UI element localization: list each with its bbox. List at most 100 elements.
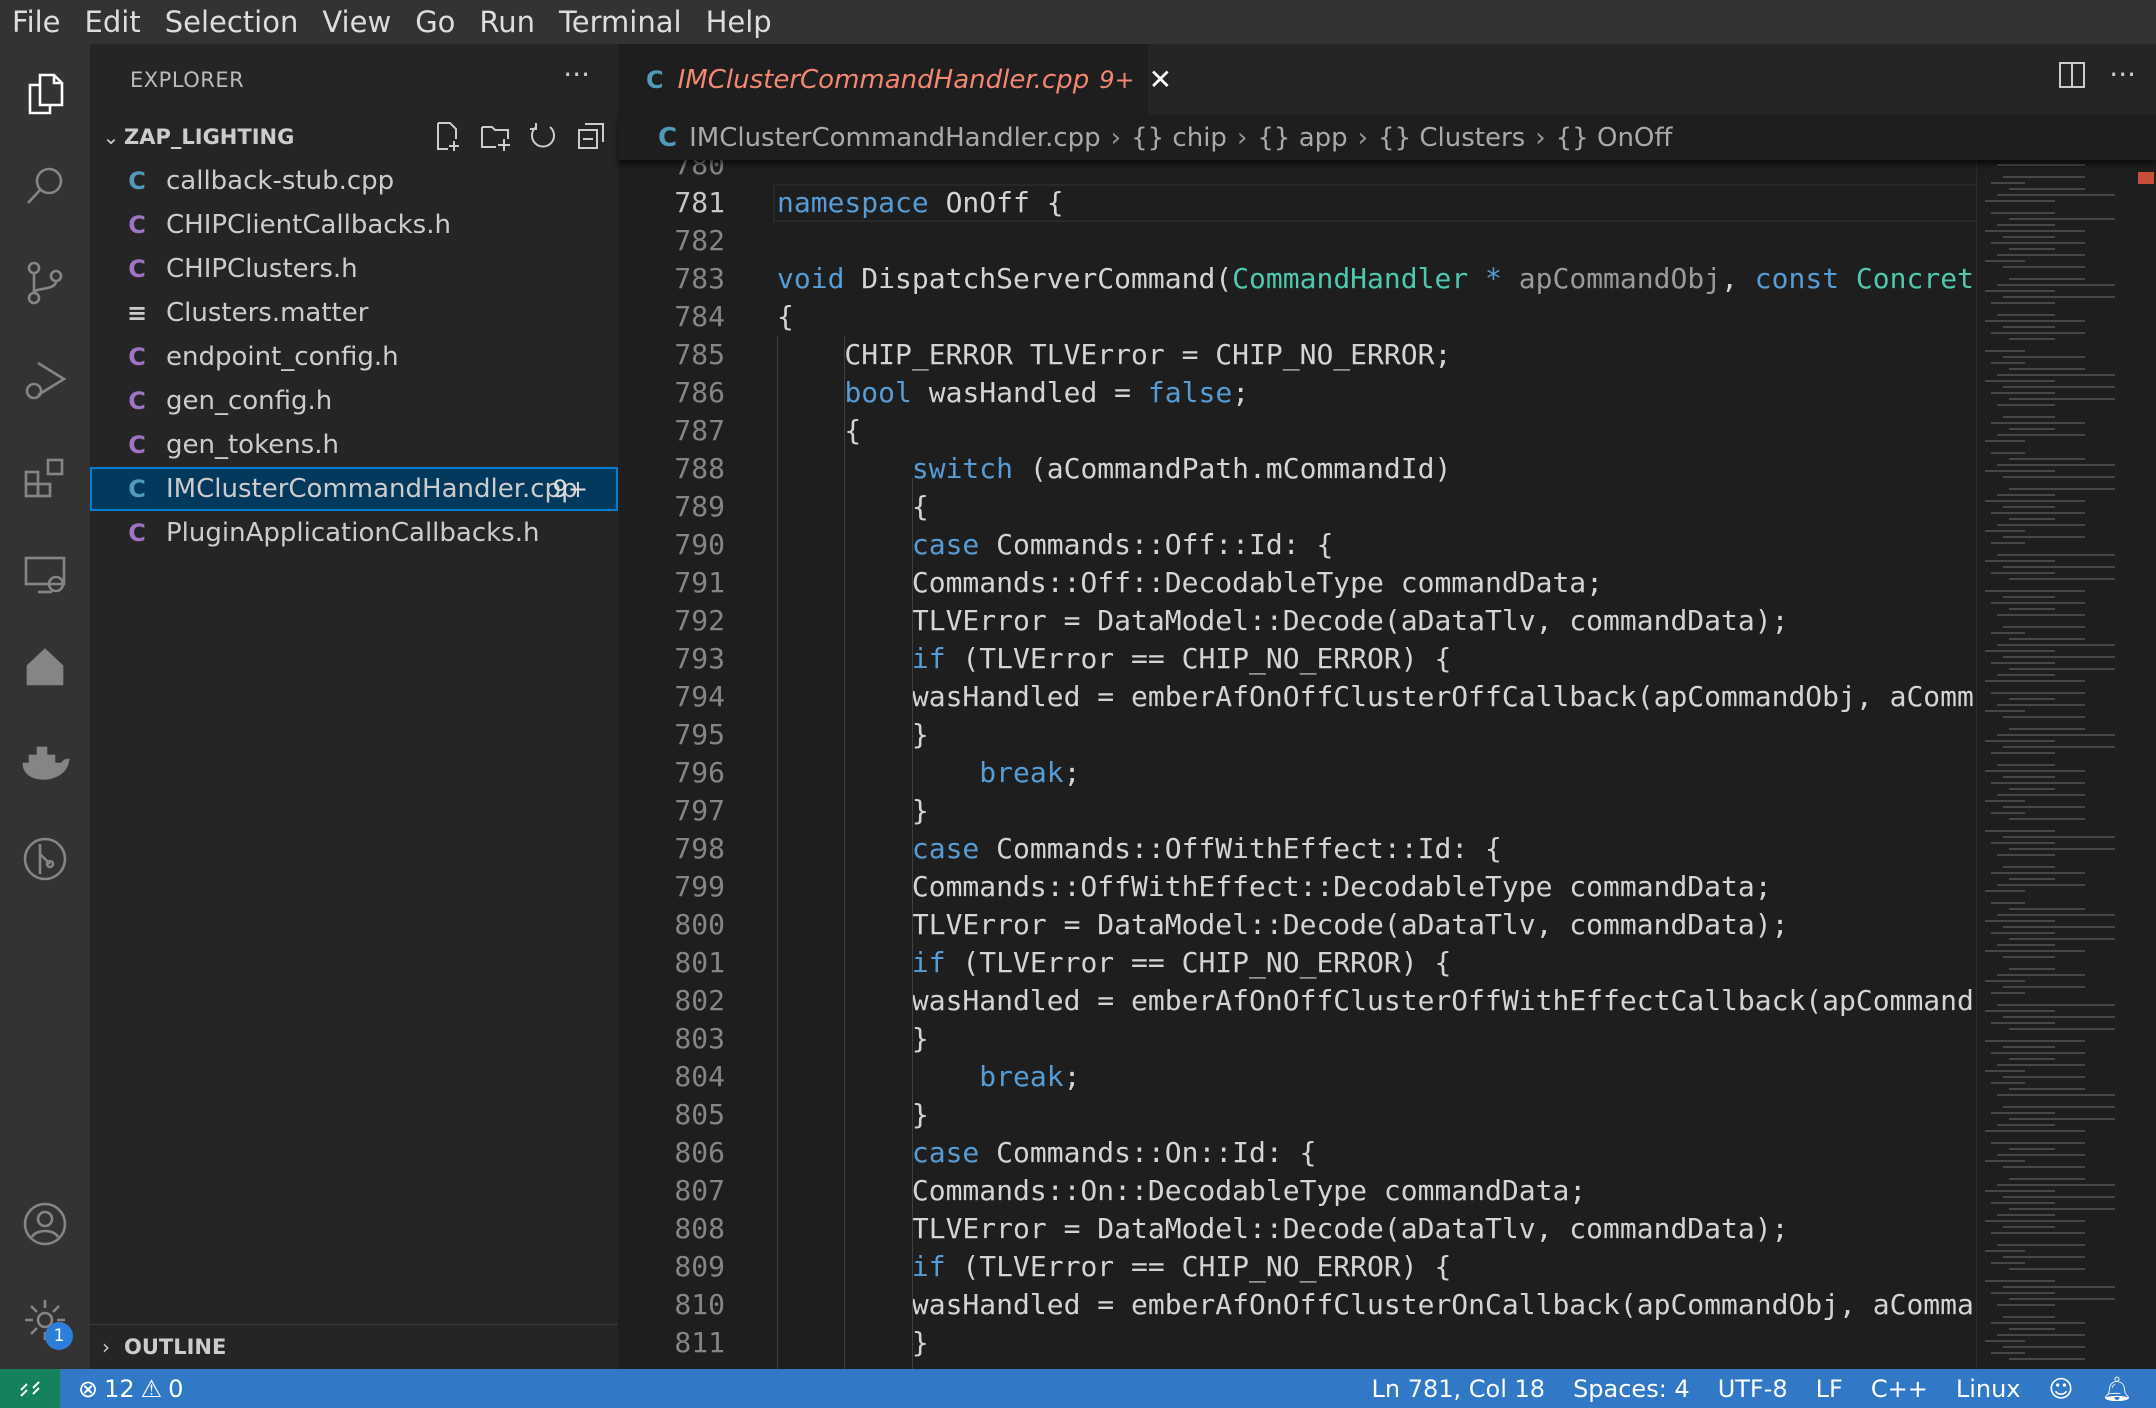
code-line[interactable]: Commands::On::DecodableType commandData; xyxy=(777,1172,1586,1210)
cursor-position[interactable]: Ln 781, Col 18 xyxy=(1358,1375,1560,1403)
new-folder-icon[interactable] xyxy=(478,119,512,153)
code-line[interactable]: if (TLVError == CHIP_NO_ERROR) { xyxy=(777,944,1451,982)
refresh-icon[interactable] xyxy=(526,119,560,153)
minimap-line xyxy=(2009,1268,2085,1270)
file-item[interactable]: ≡ Clusters.matter xyxy=(90,291,618,335)
code-line[interactable]: namespace OnOff { xyxy=(777,184,1064,222)
code-line[interactable]: break; xyxy=(777,1058,1080,1096)
c-header-file-icon: C xyxy=(128,431,146,459)
minimap-line xyxy=(2003,1046,2055,1048)
menu-view[interactable]: View xyxy=(310,0,403,44)
extensions-icon[interactable] xyxy=(15,447,75,507)
end-of-line[interactable]: LF xyxy=(1802,1375,1857,1403)
file-item[interactable]: Cgen_tokens.h xyxy=(90,423,618,467)
file-item[interactable]: C PluginApplicationCallbacks.h xyxy=(90,511,618,555)
code-line[interactable]: { xyxy=(777,488,929,526)
editor-more-actions-icon[interactable]: ··· xyxy=(2109,58,2136,91)
explorer-icon[interactable] xyxy=(15,64,75,124)
problems-indicator[interactable]: ⊗ 12 ⚠ 0 xyxy=(64,1375,197,1403)
file-item[interactable]: C CHIPClusters.h xyxy=(90,247,618,291)
code-line[interactable]: void DispatchServerCommand(CommandHandle… xyxy=(777,260,1974,298)
code-line[interactable]: case Commands::OffWithEffect::Id: { xyxy=(777,830,1502,868)
file-item[interactable]: Ccallback-stub.cpp xyxy=(90,159,618,203)
encoding[interactable]: UTF-8 xyxy=(1704,1375,1802,1403)
code-line[interactable]: if (TLVError == CHIP_NO_ERROR) { xyxy=(777,1248,1451,1286)
code-line[interactable]: Commands::Off::DecodableType commandData… xyxy=(777,564,1603,602)
folder-header[interactable]: ⌄ ZAP_LIGHTING xyxy=(90,115,618,158)
menu-run[interactable]: Run xyxy=(467,0,547,44)
menu-file[interactable]: File xyxy=(0,0,73,44)
run-debug-icon[interactable] xyxy=(15,350,75,410)
more-actions-button[interactable]: ··· xyxy=(563,58,590,91)
minimap[interactable] xyxy=(1976,160,2136,1369)
remote-explorer-icon[interactable] xyxy=(15,545,75,605)
new-file-icon[interactable] xyxy=(430,119,464,153)
menu-edit[interactable]: Edit xyxy=(73,0,153,44)
menu-selection[interactable]: Selection xyxy=(153,0,311,44)
code-line[interactable]: TLVError = DataModel::Decode(aDataTlv, c… xyxy=(777,602,1789,640)
collapse-all-icon[interactable] xyxy=(574,119,608,153)
settings-gear-icon[interactable]: 1 xyxy=(15,1290,75,1350)
menu-terminal[interactable]: Terminal xyxy=(547,0,694,44)
file-item[interactable]: C IMClusterCommandHandler.cpp 9+ xyxy=(90,467,618,511)
breadcrumb-onoff[interactable]: {} OnOff xyxy=(1556,123,1673,153)
code-line[interactable]: CHIP_ERROR TLVError = CHIP_NO_ERROR; xyxy=(777,336,1451,374)
code-line[interactable]: switch (aCommandPath.mCommandId) xyxy=(777,450,1451,488)
minimap-line xyxy=(2003,386,2115,388)
minimap-line xyxy=(2003,1316,2055,1318)
menu-go[interactable]: Go xyxy=(403,0,467,44)
menu-help[interactable]: Help xyxy=(694,0,784,44)
minimap-line xyxy=(1991,1322,2085,1324)
search-icon[interactable] xyxy=(15,156,75,216)
breadcrumb-app[interactable]: {} app xyxy=(1257,123,1347,153)
outline-section-header[interactable]: › OUTLINE xyxy=(90,1324,618,1369)
split-editor-icon[interactable] xyxy=(2057,60,2087,90)
tab-imclustercommandhandler[interactable]: C IMClusterCommandHandler.cpp 9+ ✕ xyxy=(618,44,1172,115)
code-line[interactable]: } xyxy=(777,792,929,830)
minimap-line xyxy=(1997,974,2085,976)
notifications-bell-icon[interactable]: 🔔︎ xyxy=(2088,1375,2156,1403)
minimap-line xyxy=(2009,218,2115,220)
code-line[interactable]: bool wasHandled = false; xyxy=(777,374,1249,412)
code-line[interactable]: { xyxy=(777,412,861,450)
code-line[interactable]: break; xyxy=(777,754,1080,792)
code-line[interactable]: case Commands::On::Id: { xyxy=(777,1134,1317,1172)
os-indicator[interactable]: Linux xyxy=(1942,1375,2035,1403)
source-control-icon[interactable] xyxy=(15,253,75,313)
code-editor[interactable]: 780 781 namespace OnOff {782 783 void Dispat… xyxy=(618,160,1976,1369)
code-line[interactable]: case Commands::Off::Id: { xyxy=(777,526,1333,564)
code-line[interactable]: wasHandled = emberAfOnOffClusterOffCallb… xyxy=(777,678,1974,716)
file-item[interactable]: Cendpoint_config.h xyxy=(90,335,618,379)
line-number: 804 xyxy=(674,1060,725,1093)
indentation[interactable]: Spaces: 4 xyxy=(1559,1375,1704,1403)
remote-indicator-icon[interactable] xyxy=(0,1369,60,1408)
code-token: TLVError = DataModel::Decode(aDataTlv, c… xyxy=(777,604,1789,637)
code-line[interactable]: } xyxy=(777,1324,929,1362)
git-graph-icon[interactable] xyxy=(15,829,75,889)
code-line[interactable]: } xyxy=(777,1020,929,1058)
code-line[interactable]: Commands::OffWithEffect::DecodableType c… xyxy=(777,868,1772,906)
code-line[interactable]: wasHandled = emberAfOnOffClusterOffWithE… xyxy=(777,982,1974,1020)
feedback-icon[interactable]: ☺ xyxy=(2035,1375,2088,1403)
code-line[interactable]: wasHandled = emberAfOnOffClusterOnCallba… xyxy=(777,1286,1974,1324)
language-mode[interactable]: C++ xyxy=(1857,1375,1942,1403)
code-token: } xyxy=(777,1326,929,1359)
accounts-icon[interactable] xyxy=(15,1194,75,1254)
code-line[interactable]: { xyxy=(777,298,794,336)
docker-icon[interactable] xyxy=(15,733,75,793)
breadcrumb-file[interactable]: IMClusterCommandHandler.cpp xyxy=(689,123,1101,153)
breadcrumb-chip[interactable]: {} chip xyxy=(1131,123,1227,153)
code-line[interactable]: TLVError = DataModel::Decode(aDataTlv, c… xyxy=(777,1210,1789,1248)
file-item[interactable]: Cgen_config.h xyxy=(90,379,618,423)
home-icon[interactable] xyxy=(15,637,75,697)
breadcrumb-clusters[interactable]: {} Clusters xyxy=(1378,123,1525,153)
code-token: (TLVError == CHIP_NO_ERROR) { xyxy=(945,946,1452,979)
editor-scrollbar[interactable] xyxy=(2136,160,2156,1369)
close-icon[interactable]: ✕ xyxy=(1149,63,1172,96)
file-item[interactable]: C CHIPClientCallbacks.h xyxy=(90,203,618,247)
code-line[interactable]: TLVError = DataModel::Decode(aDataTlv, c… xyxy=(777,906,1789,944)
code-line[interactable]: } xyxy=(777,1096,929,1134)
code-line[interactable]: } xyxy=(777,716,929,754)
minimap-line xyxy=(1985,470,2055,472)
code-line[interactable]: if (TLVError == CHIP_NO_ERROR) { xyxy=(777,640,1451,678)
